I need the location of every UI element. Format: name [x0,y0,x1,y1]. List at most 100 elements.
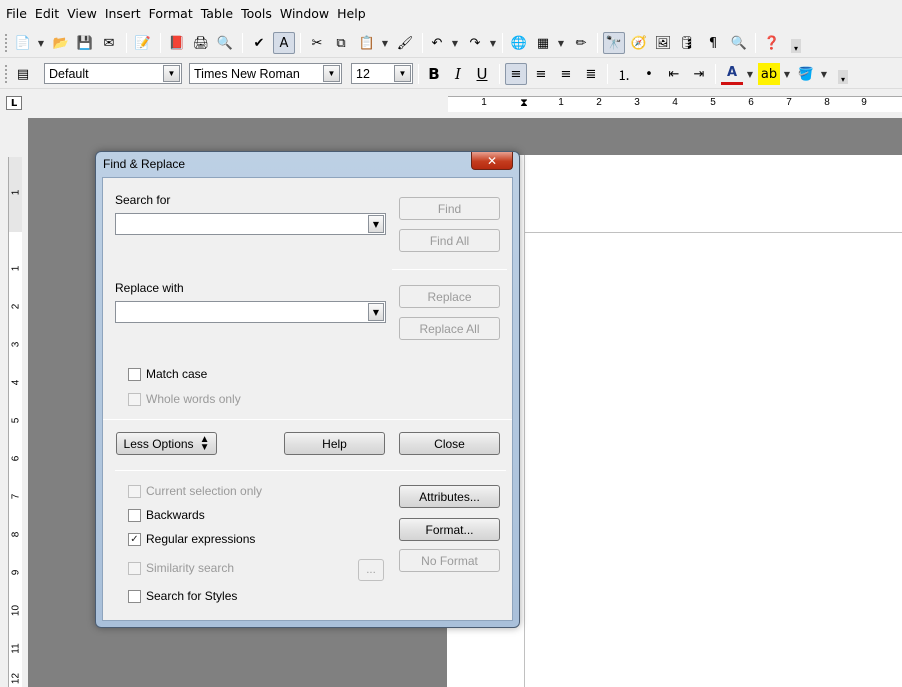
close-button[interactable]: Close [399,432,500,455]
chevron-down-icon[interactable]: ▼ [368,215,384,233]
styles-formatting-icon[interactable]: ▤ [12,63,34,85]
bold-icon[interactable]: B [423,63,445,85]
table-dropdown-icon[interactable]: ▼ [556,32,566,54]
checkbox-box[interactable] [128,367,141,381]
paragraph-style-select[interactable]: Default ▼ [44,63,182,84]
undo-icon[interactable]: ↶ [426,32,448,54]
checkbox-box[interactable] [128,508,141,522]
menu-window[interactable]: Window [276,0,333,27]
email-icon[interactable]: ✉ [98,32,120,54]
menu-edit[interactable]: Edit [31,0,63,27]
search-styles-checkbox[interactable]: Search for Styles [128,589,237,603]
new-document-icon[interactable]: 📄 [12,32,34,54]
redo-dropdown-icon[interactable]: ▼ [488,32,498,54]
font-color-icon[interactable]: A [721,63,743,85]
checkmark-icon[interactable]: ✓ [128,532,141,546]
menu-format[interactable]: Format [145,0,197,27]
dialog-close-x-button[interactable]: ✕ [471,152,513,170]
horizontal-ruler[interactable]: 1 ⧗ 1 2 3 4 5 6 7 8 9 [448,96,902,112]
chevron-down-icon[interactable]: ▼ [368,303,384,321]
similarity-settings-button[interactable]: ... [358,559,384,581]
regular-expressions-checkbox[interactable]: ✓ Regular expressions [128,532,255,546]
spellcheck-icon[interactable]: ✔ [248,32,270,54]
gallery-icon[interactable]: 🖼 [652,32,674,54]
similarity-search-checkbox[interactable]: Similarity search [128,561,234,575]
menu-file[interactable]: File [2,0,31,27]
paste-icon[interactable]: 📋 [356,32,378,54]
replace-all-button[interactable]: Replace All [399,317,500,340]
copy-icon[interactable]: ⧉ [330,32,352,54]
table-icon[interactable]: ▦ [532,32,554,54]
align-right-icon[interactable]: ≡ [555,63,577,85]
autospellcheck-icon[interactable]: A [273,32,295,54]
menu-insert[interactable]: Insert [101,0,145,27]
font-size-select[interactable]: 12 ▼ [351,63,413,84]
checkbox-box[interactable] [128,589,141,603]
justify-icon[interactable]: ≣ [580,63,602,85]
new-dropdown-icon[interactable]: ▼ [36,32,46,54]
no-format-button[interactable]: No Format [399,549,500,572]
toolbar-grip[interactable] [4,33,8,53]
checkbox-box[interactable] [128,392,141,406]
search-for-combo[interactable]: ▼ [115,213,386,235]
attributes-button[interactable]: Attributes... [399,485,500,508]
chevron-down-icon[interactable]: ▼ [163,65,180,82]
toolbar-overflow-icon[interactable]: ▾ [791,39,801,53]
save-icon[interactable]: 💾 [74,32,96,54]
backwards-checkbox[interactable]: Backwards [128,508,205,522]
redo-icon[interactable]: ↷ [464,32,486,54]
print-preview-icon[interactable]: 🔍 [214,32,236,54]
undo-dropdown-icon[interactable]: ▼ [450,32,460,54]
cut-icon[interactable]: ✂ [306,32,328,54]
bullets-icon[interactable]: • [638,63,660,85]
toolbar-grip[interactable] [4,64,8,84]
print-icon[interactable]: 🖨 [190,32,212,54]
current-selection-checkbox[interactable]: Current selection only [128,484,262,498]
underline-icon[interactable]: U [471,63,493,85]
highlighting-icon[interactable]: ab [758,63,780,85]
checkbox-box[interactable] [128,484,141,498]
format-paintbrush-icon[interactable]: 🖌 [394,32,416,54]
numbering-icon[interactable]: ⒈ [613,63,635,85]
chevron-down-icon[interactable]: ▼ [394,65,411,82]
chevron-down-icon[interactable]: ▼ [323,65,340,82]
italic-icon[interactable]: I [447,63,469,85]
menu-table[interactable]: Table [197,0,237,27]
background-color-icon[interactable]: 🪣 [795,63,817,85]
less-options-button[interactable]: Less Options ▲ ▼ [116,432,217,455]
formatting-marks-icon[interactable]: ¶ [702,32,724,54]
open-icon[interactable]: 📂 [50,32,72,54]
data-sources-icon[interactable]: 🛢 [676,32,698,54]
increase-indent-icon[interactable]: ⇥ [688,63,710,85]
menu-view[interactable]: View [63,0,101,27]
zoom-icon[interactable]: 🔍 [728,32,750,54]
export-pdf-icon[interactable]: 📕 [166,32,188,54]
replace-with-combo[interactable]: ▼ [115,301,386,323]
paste-dropdown-icon[interactable]: ▼ [380,32,390,54]
match-case-checkbox[interactable]: Match case [128,367,207,381]
replace-button[interactable]: Replace [399,285,500,308]
whole-words-checkbox[interactable]: Whole words only [128,392,241,406]
tab-stop-selector[interactable]: L [6,96,22,110]
align-center-icon[interactable]: ≡ [530,63,552,85]
menu-help[interactable]: Help [333,0,370,27]
help-icon[interactable]: ❓ [761,32,783,54]
edit-file-icon[interactable]: 📝 [132,32,154,54]
format-button[interactable]: Format... [399,518,500,541]
decrease-indent-icon[interactable]: ⇤ [663,63,685,85]
background-color-dropdown-icon[interactable]: ▼ [819,63,829,85]
hyperlink-icon[interactable]: 🌐 [508,32,530,54]
indent-marker-icon[interactable]: ⧗ [518,97,530,110]
toolbar-overflow-icon[interactable]: ▾ [838,70,848,84]
align-left-icon[interactable]: ≡ [505,63,527,85]
menu-tools[interactable]: Tools [237,0,276,27]
font-name-select[interactable]: Times New Roman ▼ [189,63,342,84]
find-button[interactable]: Find [399,197,500,220]
highlighting-dropdown-icon[interactable]: ▼ [782,63,792,85]
find-replace-icon[interactable]: 🔭 [603,32,625,54]
help-button[interactable]: Help [284,432,385,455]
navigator-icon[interactable]: 🧭 [628,32,650,54]
vertical-ruler[interactable]: 1 1 2 3 4 5 6 7 8 9 10 11 12 [8,157,22,687]
find-all-button[interactable]: Find All [399,229,500,252]
checkbox-box[interactable] [128,561,141,575]
